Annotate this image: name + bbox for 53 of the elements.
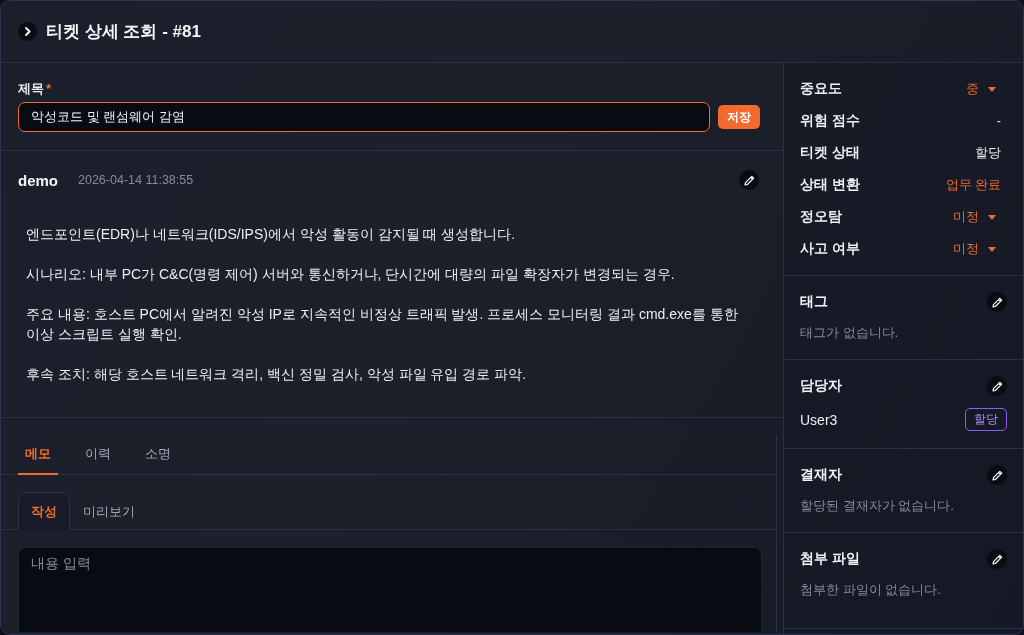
value-dropdown[interactable]: 미정	[953, 240, 996, 258]
edit-button[interactable]	[739, 170, 759, 190]
tab[interactable]: 메모	[18, 435, 58, 475]
expand-button[interactable]	[18, 22, 37, 41]
comment-paragraph: 시나리오: 내부 PC가 C&C(명령 제어) 서버와 통신하거나, 단시간에 대량의 파일 확장자가 변경되는 경우.	[26, 265, 676, 284]
caret-down-icon	[988, 86, 996, 92]
value-dropdown[interactable]: 미정	[953, 208, 996, 226]
property-label: 정오탐	[800, 208, 842, 226]
property-label: 중요도	[800, 80, 842, 98]
property-value: 할당	[975, 144, 1001, 162]
tab[interactable]: 소명	[138, 435, 178, 475]
section-title: 첨부 파일	[800, 550, 860, 568]
comment-author: demo	[18, 171, 58, 189]
required-mark: *	[46, 81, 52, 96]
status-badge: 할당	[965, 408, 1007, 431]
pencil-icon	[991, 296, 1003, 308]
memo-input[interactable]: 내용 입력	[18, 547, 762, 632]
property-label: 티켓 상태	[800, 144, 860, 162]
pencil-icon	[991, 380, 1003, 392]
value-dropdown[interactable]: 중	[966, 80, 996, 98]
chevron-right-icon	[25, 27, 31, 36]
comment-timestamp: 2026-04-14 11:38:55	[78, 173, 194, 187]
section-title: 태그	[800, 293, 828, 311]
empty-message: 첨부한 파일이 없습니다.	[800, 581, 942, 599]
empty-message: 할당된 결재자가 없습니다.	[800, 497, 955, 515]
save-button[interactable]: 저장	[718, 105, 760, 129]
status-change-link[interactable]: 업무 완료	[945, 176, 1001, 194]
edit-button[interactable]	[987, 465, 1007, 485]
tab[interactable]: 이력	[78, 435, 118, 475]
property-label: 상태 변환	[800, 176, 860, 194]
edit-button[interactable]	[987, 376, 1007, 396]
edit-button[interactable]	[987, 292, 1007, 312]
caret-down-icon	[988, 246, 996, 252]
pencil-icon	[991, 469, 1003, 481]
editor-tab[interactable]: 미리보기	[70, 492, 148, 530]
section-title: 결재자	[800, 466, 842, 484]
edit-button[interactable]	[987, 549, 1007, 569]
field-label: 제목	[18, 79, 44, 98]
comment-paragraph: 후속 조치: 해당 호스트 네트워크 격리, 백신 정밀 검사, 악성 파일 유입 경로 파악.	[26, 365, 528, 384]
title-input[interactable]: 악성코드 및 랜섬웨어 감염	[18, 102, 710, 132]
section-title: 담당자	[800, 377, 842, 395]
property-label: 위험 점수	[800, 112, 860, 130]
empty-message: 태그가 없습니다.	[800, 324, 900, 342]
property-value: -	[996, 114, 1001, 128]
page-title: 티켓 상세 조회 - #81	[46, 21, 201, 43]
pencil-icon	[743, 174, 755, 186]
caret-down-icon	[988, 214, 996, 220]
editor-tab[interactable]: 작성	[18, 492, 70, 530]
comment-paragraph: 주요 내용: 호스트 PC에서 알려진 악성 IP로 지속적인 비정상 트래픽 발생. 프로세스 모니터링 결과 cmd.exe를 통한 이상 스크립트 실행 확인.	[26, 305, 739, 344]
pencil-icon	[991, 553, 1003, 565]
assignee-name: User3	[800, 411, 838, 428]
property-label: 사고 여부	[800, 240, 860, 258]
comment-paragraph: 엔드포인트(EDR)나 네트워크(IDS/IPS)에서 악성 활동이 감지될 때 생성합니다.	[26, 225, 517, 244]
